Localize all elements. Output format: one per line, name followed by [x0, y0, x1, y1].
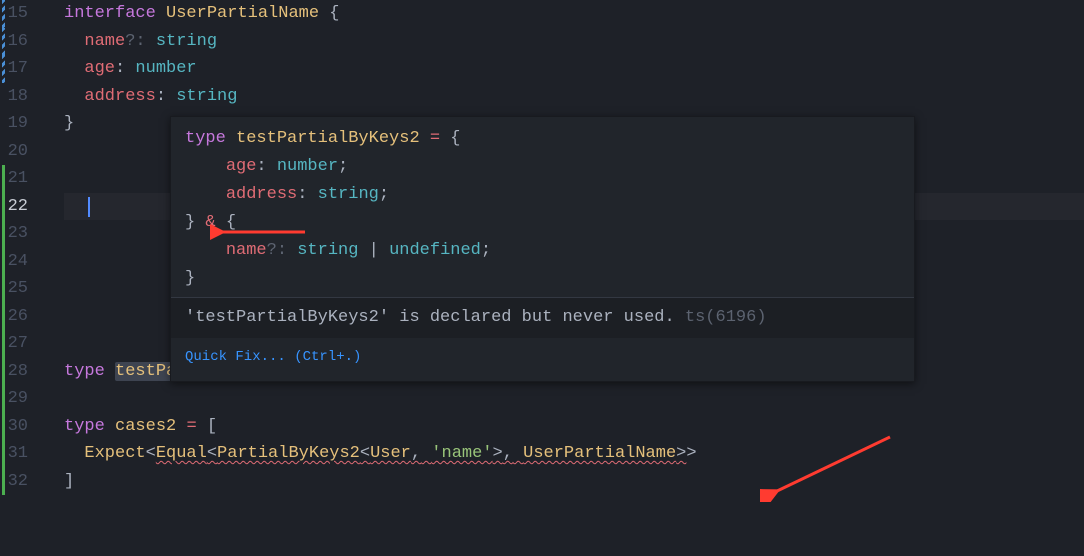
line-number: 18 — [0, 83, 38, 111]
code-line[interactable]: type cases2 = [ — [64, 413, 1084, 441]
code-area[interactable]: interface UserPartialName { name?: strin… — [40, 0, 1084, 495]
code-line[interactable]: name?: string — [64, 28, 1084, 56]
line-number: 23 — [0, 220, 38, 248]
hover-type-info: type testPartialByKeys2 = { age: number;… — [171, 117, 914, 298]
line-number-gutter: 15 16 17 18 19 20 21 22 23 24 25 26 27 2… — [0, 0, 40, 495]
line-number: 15 — [0, 0, 38, 28]
line-number: 19 — [0, 110, 38, 138]
line-number: 21 — [0, 165, 38, 193]
line-number: 22 — [0, 193, 38, 221]
line-number: 29 — [0, 385, 38, 413]
hover-diagnostic: 'testPartialByKeys2' is declared but nev… — [171, 298, 914, 338]
code-line[interactable]: interface UserPartialName { — [64, 0, 1084, 28]
line-number: 32 — [0, 468, 38, 496]
line-number: 31 — [0, 440, 38, 468]
annotation-arrow-icon — [760, 432, 900, 502]
line-number: 17 — [0, 55, 38, 83]
code-line[interactable]: ] — [64, 468, 1084, 496]
line-number: 30 — [0, 413, 38, 441]
code-line[interactable]: address: string — [64, 83, 1084, 111]
code-line[interactable]: age: number — [64, 55, 1084, 83]
line-number: 28 — [0, 358, 38, 386]
line-number: 25 — [0, 275, 38, 303]
line-number: 27 — [0, 330, 38, 358]
code-editor[interactable]: 15 16 17 18 19 20 21 22 23 24 25 26 27 2… — [0, 0, 1084, 495]
quick-fix-link[interactable]: Quick Fix... (Ctrl+.) — [171, 338, 914, 382]
line-number: 16 — [0, 28, 38, 56]
line-number: 24 — [0, 248, 38, 276]
hover-tooltip: type testPartialByKeys2 = { age: number;… — [170, 116, 915, 382]
code-line[interactable] — [64, 385, 1084, 413]
annotation-arrow-icon — [210, 222, 310, 242]
line-number: 26 — [0, 303, 38, 331]
code-line[interactable]: Expect<Equal<PartialByKeys2<User, 'name'… — [64, 440, 1084, 468]
line-number: 20 — [0, 138, 38, 166]
cursor — [88, 197, 90, 217]
